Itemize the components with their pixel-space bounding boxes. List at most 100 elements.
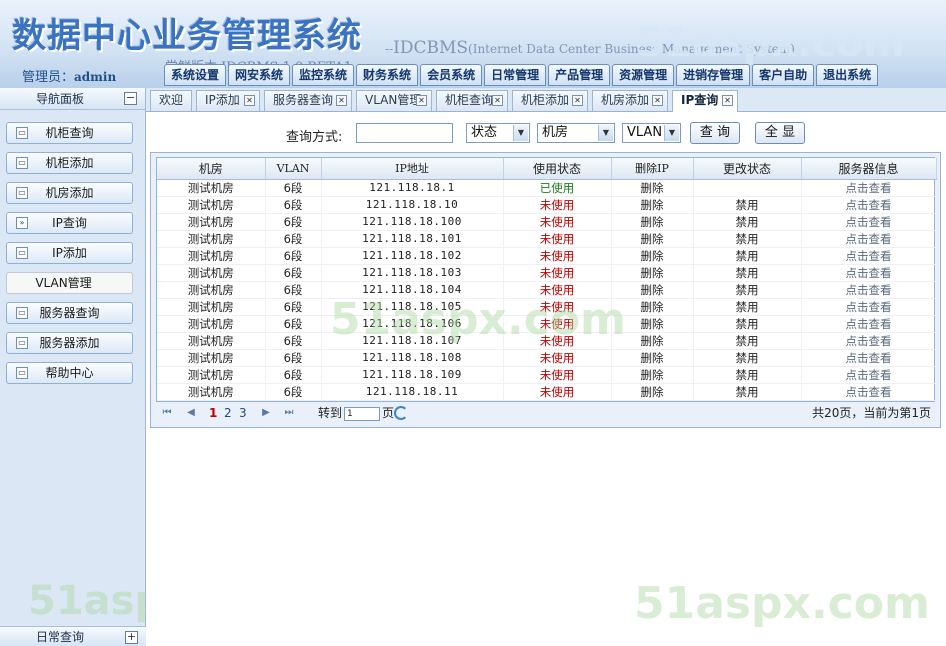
cell-server-info[interactable]: 点击查看 — [801, 196, 937, 214]
cell-change[interactable]: 禁用 — [693, 349, 802, 367]
cell-ip: 121.118.18.101 — [321, 230, 504, 248]
cell-change[interactable]: 禁用 — [693, 332, 802, 350]
sidebar-item-server-query[interactable]: ▭ 服务器查询 — [6, 302, 133, 324]
page-link-3[interactable]: 3 — [239, 401, 247, 425]
room-select[interactable]: 机房 ▼ — [537, 123, 615, 143]
cell-server-info[interactable]: 点击查看 — [801, 213, 937, 231]
last-page-icon[interactable]: ⏭ — [284, 408, 294, 418]
cell-change[interactable]: 禁用 — [693, 230, 802, 248]
refresh-icon[interactable] — [394, 406, 408, 420]
col-header-ip[interactable]: IP地址 — [321, 158, 504, 180]
cell-delete[interactable]: 删除 — [611, 230, 694, 248]
close-icon[interactable]: ✕ — [336, 95, 347, 106]
cell-delete[interactable]: 删除 — [611, 179, 694, 197]
sidebar-item-server-add[interactable]: ▭ 服务器添加 — [6, 332, 133, 354]
close-icon[interactable]: ✕ — [416, 95, 427, 106]
sidebar-item-room-add[interactable]: ▭ 机房添加 — [6, 182, 133, 204]
cell-server-info[interactable]: 点击查看 — [801, 264, 937, 282]
collapse-icon[interactable]: − — [124, 92, 137, 105]
tab-room-add[interactable]: 机房添加 ✕ — [592, 90, 668, 111]
nav-network-security[interactable]: 网安系统 — [228, 64, 291, 86]
col-header-server-info[interactable]: 服务器信息 — [801, 158, 937, 180]
close-icon[interactable]: ✕ — [492, 95, 503, 106]
status-select[interactable]: 状态 ▼ — [466, 123, 530, 143]
sidebar-item-help[interactable]: ▭ 帮助中心 — [6, 362, 133, 384]
cell-change[interactable]: 禁用 — [693, 247, 802, 265]
cell-server-info[interactable]: 点击查看 — [801, 383, 937, 401]
query-input[interactable] — [356, 123, 453, 143]
tab-cabinet-add[interactable]: 机柜添加 ✕ — [512, 90, 588, 111]
col-header-status[interactable]: 使用状态 — [503, 158, 612, 180]
cell-server-info[interactable]: 点击查看 — [801, 298, 937, 316]
goto-page-input[interactable]: 1 — [344, 407, 380, 421]
prev-page-icon[interactable]: ◀ — [186, 408, 196, 418]
nav-self-service[interactable]: 客户自助 — [752, 64, 815, 86]
nav-finance[interactable]: 财务系统 — [356, 64, 419, 86]
cell-server-info[interactable]: 点击查看 — [801, 247, 937, 265]
query-button[interactable]: 查 询 — [690, 122, 740, 144]
close-icon[interactable]: ✕ — [652, 95, 663, 106]
nav-daily[interactable]: 日常管理 — [484, 64, 547, 86]
close-icon[interactable]: ✕ — [244, 95, 255, 106]
cell-change[interactable]: 禁用 — [693, 213, 802, 231]
cell-change[interactable]: 禁用 — [693, 264, 802, 282]
cell-change[interactable]: 禁用 — [693, 383, 802, 401]
cell-server-info[interactable]: 点击查看 — [801, 281, 937, 299]
expand-icon[interactable]: + — [125, 631, 138, 644]
nav-inventory[interactable]: 进销存管理 — [676, 64, 751, 86]
cell-server-info[interactable]: 点击查看 — [801, 366, 937, 384]
nav-logout[interactable]: 退出系统 — [816, 64, 879, 86]
cell-delete[interactable]: 删除 — [611, 366, 694, 384]
cell-change[interactable] — [693, 179, 802, 197]
cell-change[interactable]: 禁用 — [693, 281, 802, 299]
nav-system-settings[interactable]: 系统设置 — [164, 64, 227, 86]
page-link-2[interactable]: 2 — [224, 401, 232, 425]
tab-ip-add[interactable]: IP添加 ✕ — [196, 90, 260, 111]
vlan-select[interactable]: VLAN ▼ — [622, 123, 681, 143]
cell-server-info[interactable]: 点击查看 — [801, 179, 937, 197]
nav-monitoring[interactable]: 监控系统 — [292, 64, 355, 86]
tab-ip-query[interactable]: IP查询 ✕ — [672, 90, 738, 113]
cell-server-info[interactable]: 点击查看 — [801, 349, 937, 367]
cell-delete[interactable]: 删除 — [611, 332, 694, 350]
cell-delete[interactable]: 删除 — [611, 213, 694, 231]
col-header-room[interactable]: 机房 — [157, 158, 266, 180]
sidebar-item-ip-query[interactable]: » IP查询 — [6, 212, 133, 234]
page-link-1[interactable]: 1 — [209, 401, 217, 425]
close-icon[interactable]: ✕ — [572, 95, 583, 106]
cell-delete[interactable]: 删除 — [611, 298, 694, 316]
cell-change[interactable]: 禁用 — [693, 315, 802, 333]
tab-welcome[interactable]: 欢迎 — [150, 90, 192, 111]
cell-delete[interactable]: 删除 — [611, 281, 694, 299]
sidebar-footer[interactable]: 日常查询 + — [0, 626, 146, 646]
close-icon[interactable]: ✕ — [722, 95, 733, 106]
nav-members[interactable]: 会员系统 — [420, 64, 483, 86]
cell-delete[interactable]: 删除 — [611, 349, 694, 367]
first-page-icon[interactable]: ⏮ — [162, 408, 172, 418]
col-header-vlan[interactable]: VLAN — [265, 158, 322, 180]
cell-delete[interactable]: 删除 — [611, 196, 694, 214]
cell-change[interactable]: 禁用 — [693, 366, 802, 384]
tab-server-query[interactable]: 服务器查询 ✕ — [264, 90, 352, 111]
cell-change[interactable]: 禁用 — [693, 196, 802, 214]
sidebar-item-vlan-manage[interactable]: VLAN管理 — [6, 272, 133, 294]
show-all-button[interactable]: 全 显 — [755, 122, 805, 144]
tab-vlan-manage[interactable]: VLAN管理 ✕ — [356, 90, 432, 111]
cell-change[interactable]: 禁用 — [693, 298, 802, 316]
cell-server-info[interactable]: 点击查看 — [801, 332, 937, 350]
cell-server-info[interactable]: 点击查看 — [801, 315, 937, 333]
cell-delete[interactable]: 删除 — [611, 264, 694, 282]
cell-delete[interactable]: 删除 — [611, 383, 694, 401]
next-page-icon[interactable]: ▶ — [261, 408, 271, 418]
col-header-delete[interactable]: 删除IP — [611, 158, 694, 180]
col-header-change[interactable]: 更改状态 — [693, 158, 802, 180]
cell-delete[interactable]: 删除 — [611, 315, 694, 333]
nav-resources[interactable]: 资源管理 — [612, 64, 675, 86]
sidebar-item-cabinet-add[interactable]: ▭ 机柜添加 — [6, 152, 133, 174]
nav-products[interactable]: 产品管理 — [548, 64, 611, 86]
cell-server-info[interactable]: 点击查看 — [801, 230, 937, 248]
sidebar-item-cabinet-query[interactable]: ▭ 机柜查询 — [6, 122, 133, 144]
cell-delete[interactable]: 删除 — [611, 247, 694, 265]
sidebar-item-ip-add[interactable]: ▭ IP添加 — [6, 242, 133, 264]
tab-cabinet-query[interactable]: 机柜查询 ✕ — [436, 90, 508, 111]
